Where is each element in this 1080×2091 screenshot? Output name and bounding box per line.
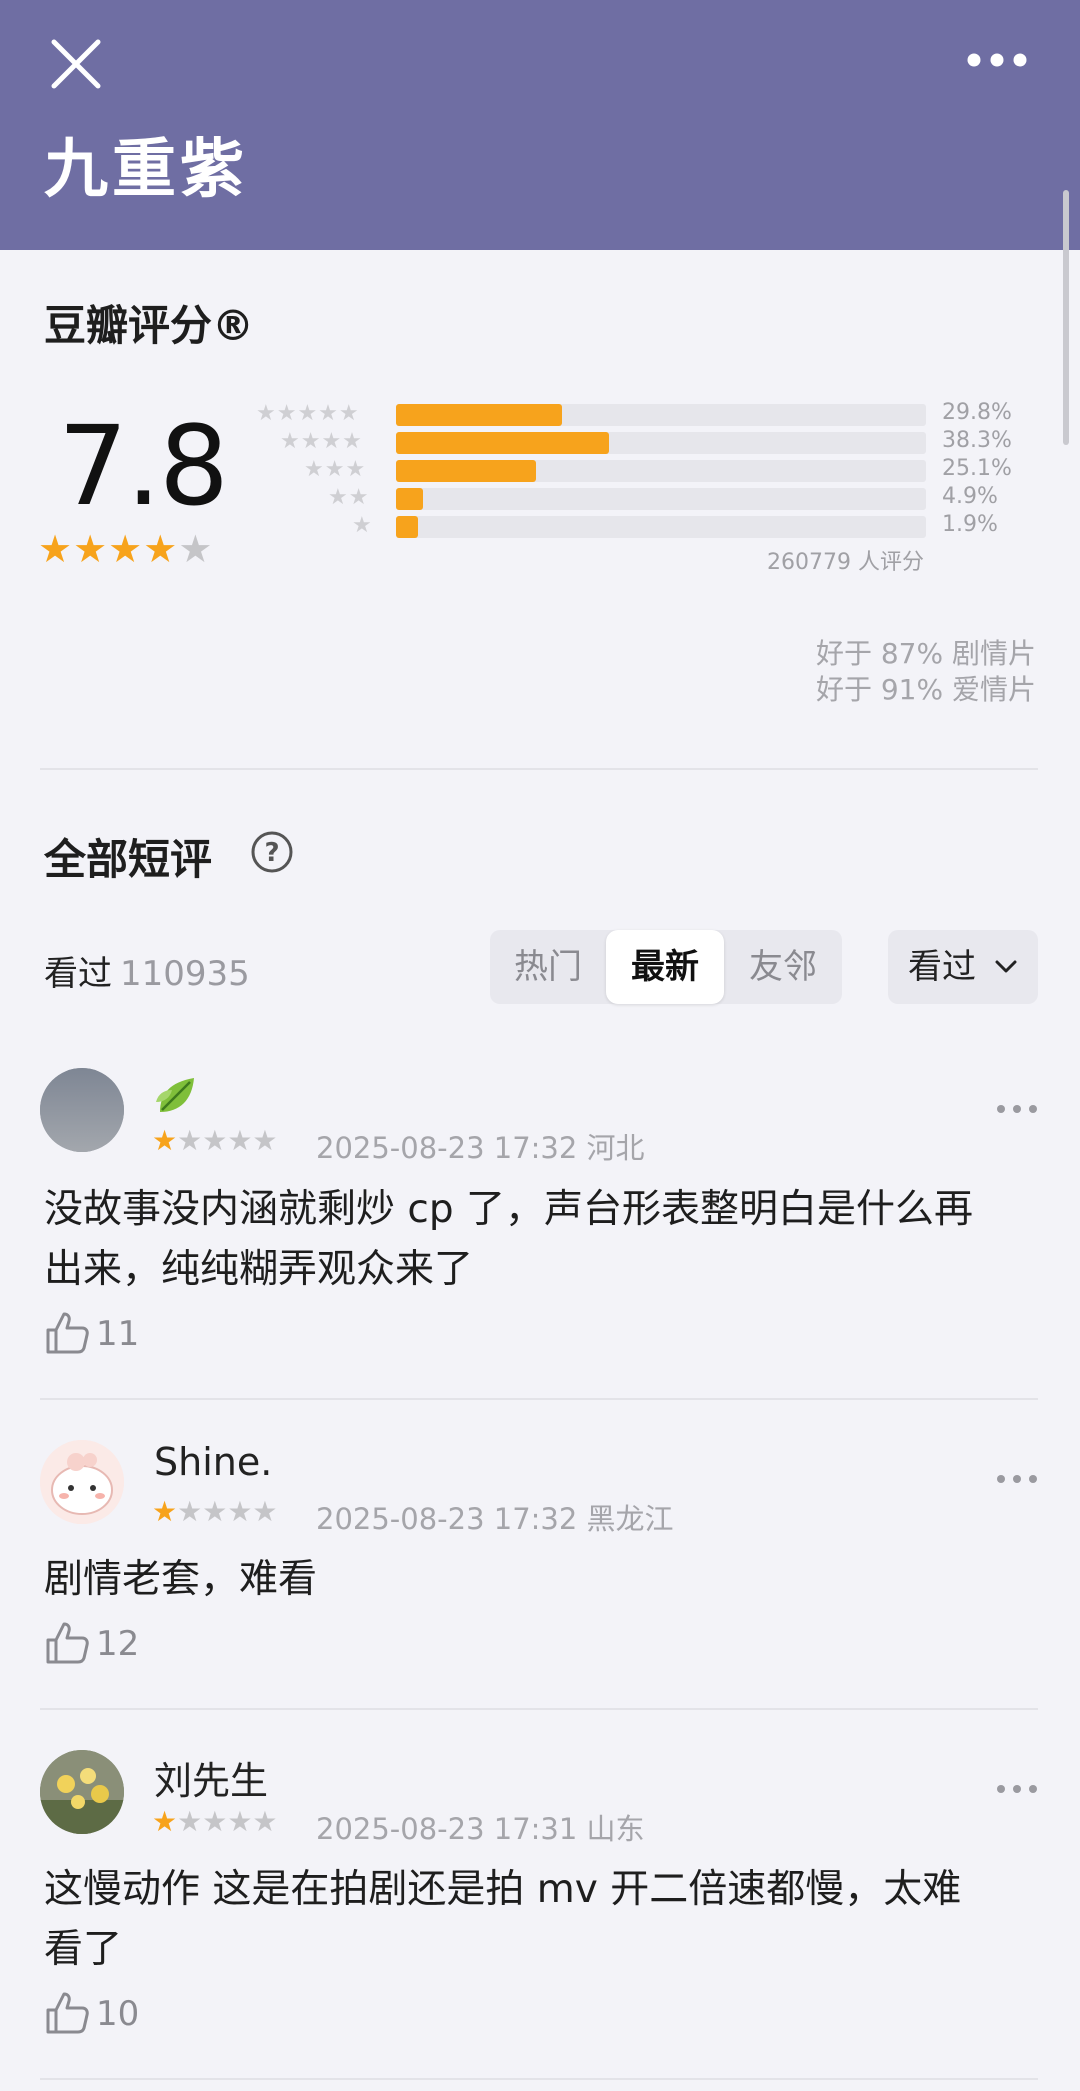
comment-text: 这慢动作 这是在拍剧还是拍 mv 开二倍速都慢，太难 看了 (44, 1860, 1034, 1980)
divider (40, 768, 1038, 770)
seen-label: 看过 (44, 954, 112, 994)
star-icon: ★ (143, 527, 179, 571)
help-icon[interactable]: ? (250, 830, 294, 874)
avatar[interactable] (40, 1068, 124, 1152)
distribution-bar (396, 404, 926, 426)
like-count: 10 (96, 1994, 140, 2034)
distribution-percent: 25.1% (942, 456, 1012, 481)
seen-filter-label: 看过 (908, 947, 976, 987)
distribution-stars: ★★★★★ (256, 401, 360, 426)
rating-score: 7.8 (58, 402, 229, 530)
comment-location: 山东 (586, 1812, 645, 1846)
distribution-percent: 29.8% (942, 400, 1012, 425)
like-button[interactable]: 11 (44, 1310, 174, 1360)
rating-stars: ★★★★★ (38, 527, 213, 571)
comments-section-title: 全部短评 (44, 835, 213, 884)
tab-hot[interactable]: 热门 (490, 930, 606, 1004)
leaf-icon (156, 1078, 194, 1112)
seen-count: 110935 (120, 954, 250, 994)
distribution-bar-fill (396, 432, 609, 454)
scrollbar[interactable] (1063, 190, 1069, 445)
comment-text-line: 这慢动作 这是在拍剧还是拍 mv 开二倍速都慢，太难 (44, 1867, 962, 1912)
avatar-image (40, 1750, 124, 1834)
distribution-stars: ★ (352, 513, 373, 538)
distribution-bar-fill (396, 488, 423, 510)
avatar-image (40, 1068, 124, 1152)
distribution-bar (396, 516, 926, 538)
distribution-percent: 38.3% (942, 428, 1012, 453)
thumbs-up-icon (46, 1992, 89, 2034)
thumbs-up-icon (46, 1312, 89, 1354)
divider (40, 2078, 1038, 2080)
like-button[interactable]: 10 (44, 1990, 174, 2040)
distribution-stars: ★★ (328, 485, 370, 510)
avatar[interactable] (40, 1440, 124, 1524)
comment-rating: ★★★★★ (152, 1495, 278, 1528)
comment-text: 剧情老套，难看 (44, 1550, 1034, 1610)
divider (40, 1398, 1038, 1400)
comment-time: 2025-08-23 17:31 (316, 1812, 578, 1846)
comment-text-line: 剧情老套，难看 (44, 1557, 318, 1602)
distribution-stars: ★★★★ (280, 429, 363, 454)
star-icon: ★ (38, 527, 74, 571)
more-icon[interactable] (966, 52, 1028, 68)
chevron-down-icon (995, 960, 1017, 973)
distribution-bar (396, 488, 926, 510)
star-icon: ★ (73, 527, 109, 571)
svg-text:?: ? (264, 838, 279, 868)
star-icon: ★ (108, 527, 144, 571)
avatar-image (40, 1440, 124, 1524)
close-icon[interactable] (48, 36, 104, 92)
comment-text: 没故事没内涵就剩炒 cp 了，声台形表整明白是什么再 出来，纯纯糊弄观众来了 (44, 1180, 1034, 1300)
distribution-stars: ★★★ (304, 457, 367, 482)
username[interactable]: Shine. (154, 1440, 272, 1484)
rating-section-title: 豆瓣评分® (44, 301, 255, 350)
comment-meta: 2025-08-23 17:32 河北 (316, 1125, 645, 1167)
better-than-drama: 好于 87% 剧情片 (815, 637, 1036, 670)
distribution-bar-fill (396, 460, 536, 482)
comment-text-line: 看了 (44, 1927, 123, 1972)
distribution-bar (396, 460, 926, 482)
distribution-bar-fill (396, 404, 562, 426)
like-button[interactable]: 12 (44, 1620, 174, 1670)
username[interactable] (154, 1072, 200, 1127)
comment-location: 黑龙江 (586, 1502, 674, 1536)
comment-rating: ★★★★★ (152, 1124, 278, 1157)
tab-friends[interactable]: 友邻 (724, 930, 842, 1004)
rating-count: 260779 人评分 (767, 550, 924, 575)
distribution-percent: 4.9% (942, 484, 998, 509)
comment-rating: ★★★★★ (152, 1805, 278, 1838)
username[interactable]: 刘先生 (154, 1750, 268, 1805)
like-count: 12 (96, 1624, 140, 1664)
divider (40, 1708, 1038, 1710)
distribution-bar (396, 432, 926, 454)
tab-latest[interactable]: 最新 (606, 930, 724, 1004)
more-icon[interactable] (996, 1474, 1038, 1484)
distribution-bar-fill (396, 516, 418, 538)
sort-tabs: 热门 最新 友邻 (490, 930, 842, 1004)
like-count: 11 (96, 1314, 140, 1354)
comment-time: 2025-08-23 17:32 (316, 1502, 578, 1536)
more-icon[interactable] (996, 1104, 1038, 1114)
star-icon: ★ (178, 527, 214, 571)
distribution-percent: 1.9% (942, 512, 998, 537)
more-icon[interactable] (996, 1784, 1038, 1794)
app-header: 九重紫 (0, 0, 1080, 250)
comment-location: 河北 (586, 1131, 645, 1165)
comment-meta: 2025-08-23 17:31 山东 (316, 1806, 645, 1848)
comment-text-line: 出来，纯纯糊弄观众来了 (44, 1247, 474, 1292)
avatar[interactable] (40, 1750, 124, 1834)
seen-count-label: 看过 110935 (44, 946, 250, 995)
better-than-romance: 好于 91% 爱情片 (815, 673, 1036, 706)
page-title: 九重紫 (44, 133, 248, 207)
comment-text-line: 没故事没内涵就剩炒 cp 了，声台形表整明白是什么再 (44, 1187, 973, 1232)
thumbs-up-icon (46, 1622, 89, 1664)
seen-filter-dropdown[interactable]: 看过 (888, 930, 1038, 1004)
comment-meta: 2025-08-23 17:32 黑龙江 (316, 1496, 674, 1538)
comment-time: 2025-08-23 17:32 (316, 1131, 578, 1165)
